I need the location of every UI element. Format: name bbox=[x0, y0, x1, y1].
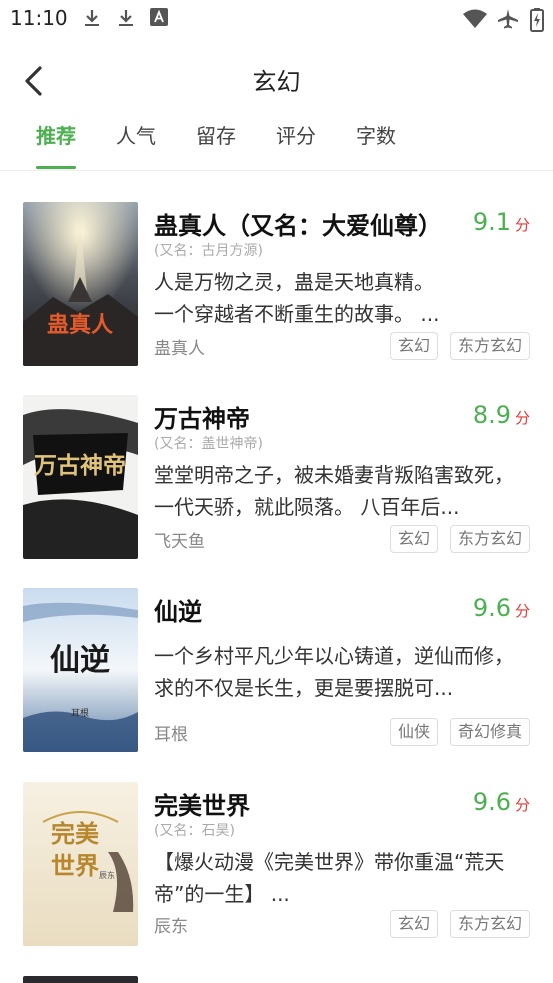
airplane-mode-icon bbox=[498, 9, 518, 29]
cover-title: 仙逆 bbox=[50, 643, 110, 678]
book-score: 9.6 分 bbox=[472, 788, 530, 816]
tab-popularity[interactable]: 人气 bbox=[116, 120, 156, 149]
divider bbox=[0, 170, 553, 171]
tag[interactable]: 玄幻 bbox=[389, 525, 438, 553]
tag[interactable]: 玄幻 bbox=[389, 332, 438, 360]
book-alias: (又名：盖世神帝) bbox=[154, 436, 263, 452]
book-alias: (又名：古月方源) bbox=[154, 243, 263, 259]
book-cover: 蛊真人 bbox=[23, 202, 138, 366]
tag-list: 玄幻 东方玄幻 bbox=[389, 332, 530, 360]
tag[interactable]: 仙侠 bbox=[389, 718, 438, 746]
tag-list: 玄幻 东方玄幻 bbox=[389, 910, 530, 938]
book-cover: 完美 世界 辰东 bbox=[23, 782, 138, 946]
cover-title: 万古神帝 bbox=[34, 452, 126, 479]
status-bar: 11:10 bbox=[0, 0, 553, 36]
tab-retention[interactable]: 留存 bbox=[196, 120, 236, 149]
book-title: 蛊真人（又名：大爱仙尊） bbox=[154, 212, 442, 240]
book-title: 仙逆 bbox=[154, 598, 202, 626]
book-item[interactable]: 仙逆 耳根 仙逆 9.6 分 一个乡村平凡少年以心铸道，逆仙而修，求的不仅是长生，… bbox=[0, 588, 553, 764]
book-item[interactable]: 完美 世界 辰东 完美世界 9.6 分 (又名：石昊) 【爆火动漫《完美世界》带你… bbox=[0, 782, 553, 958]
book-item[interactable]: 蛊真人 蛊真人（又名：大爱仙尊） 9.1 分 (又名：古月方源) 人是万物之灵，蛊… bbox=[0, 202, 553, 378]
book-author: 耳根 bbox=[154, 725, 188, 745]
download-icon bbox=[85, 10, 99, 26]
cover-title: 蛊真人 bbox=[47, 312, 113, 338]
book-description: 【爆火动漫《完美世界》带你重温“荒天帝”的一生】 ... bbox=[154, 850, 505, 906]
cover-title-line2: 世界 bbox=[51, 851, 99, 880]
tag[interactable]: 东方玄幻 bbox=[449, 332, 530, 360]
book-title: 万古神帝 bbox=[154, 405, 250, 433]
book-title: 完美世界 bbox=[154, 792, 250, 820]
book-author: 飞天鱼 bbox=[154, 532, 205, 552]
tab-word-count[interactable]: 字数 bbox=[356, 120, 396, 149]
cover-author: 耳根 bbox=[71, 707, 89, 719]
nav-bar: 玄幻 bbox=[0, 36, 553, 116]
tag[interactable]: 玄幻 bbox=[389, 910, 438, 938]
tag-list: 仙侠 奇幻修真 bbox=[389, 718, 530, 746]
download-icon bbox=[119, 10, 133, 26]
page-title: 玄幻 bbox=[252, 68, 301, 96]
book-description: 人是万物之灵，蛊是天地真精。 一个穿越者不断重生的故事。 ... bbox=[154, 270, 440, 326]
book-score: 9.6 分 bbox=[472, 594, 530, 622]
book-cover-partial bbox=[23, 976, 138, 983]
book-author: 辰东 bbox=[154, 917, 188, 937]
tab-recommend[interactable]: 推荐 bbox=[36, 120, 76, 149]
book-item[interactable]: 万古神帝 飞天鱼◎著 万古神帝 8.9 分 (又名：盖世神帝) 堂堂明帝之子，被未… bbox=[0, 395, 553, 571]
sort-tabs: 推荐 人气 留存 评分 字数 bbox=[0, 116, 553, 170]
tag[interactable]: 东方玄幻 bbox=[449, 910, 530, 938]
cover-author: 飞天鱼◎著 bbox=[61, 505, 100, 515]
battery-charging-icon bbox=[530, 8, 544, 32]
book-cover: 万古神帝 飞天鱼◎著 bbox=[23, 395, 138, 559]
book-score: 8.9 分 bbox=[472, 401, 530, 429]
wifi-icon bbox=[463, 9, 487, 28]
tab-rating[interactable]: 评分 bbox=[276, 120, 316, 149]
book-score: 9.1 分 bbox=[472, 208, 530, 236]
book-cover: 仙逆 耳根 bbox=[23, 588, 138, 752]
book-description: 一个乡村平凡少年以心铸道，逆仙而修，求的不仅是长生，更是要摆脱可... bbox=[154, 644, 514, 700]
cover-title-line1: 完美 bbox=[51, 819, 99, 848]
tag-list: 玄幻 东方玄幻 bbox=[389, 525, 530, 553]
tag[interactable]: 东方玄幻 bbox=[449, 525, 530, 553]
tag[interactable]: 奇幻修真 bbox=[449, 718, 530, 746]
book-author: 蛊真人 bbox=[154, 339, 205, 359]
book-description: 堂堂明帝之子，被未婚妻背叛陷害致死，一代天骄，就此陨落。 八百年后... bbox=[154, 463, 514, 519]
book-alias: (又名：石昊) bbox=[154, 823, 235, 839]
status-time: 11:10 bbox=[10, 6, 68, 30]
font-a-icon bbox=[150, 8, 168, 26]
tab-active-indicator bbox=[36, 166, 76, 169]
cover-author: 辰东 bbox=[99, 870, 115, 880]
